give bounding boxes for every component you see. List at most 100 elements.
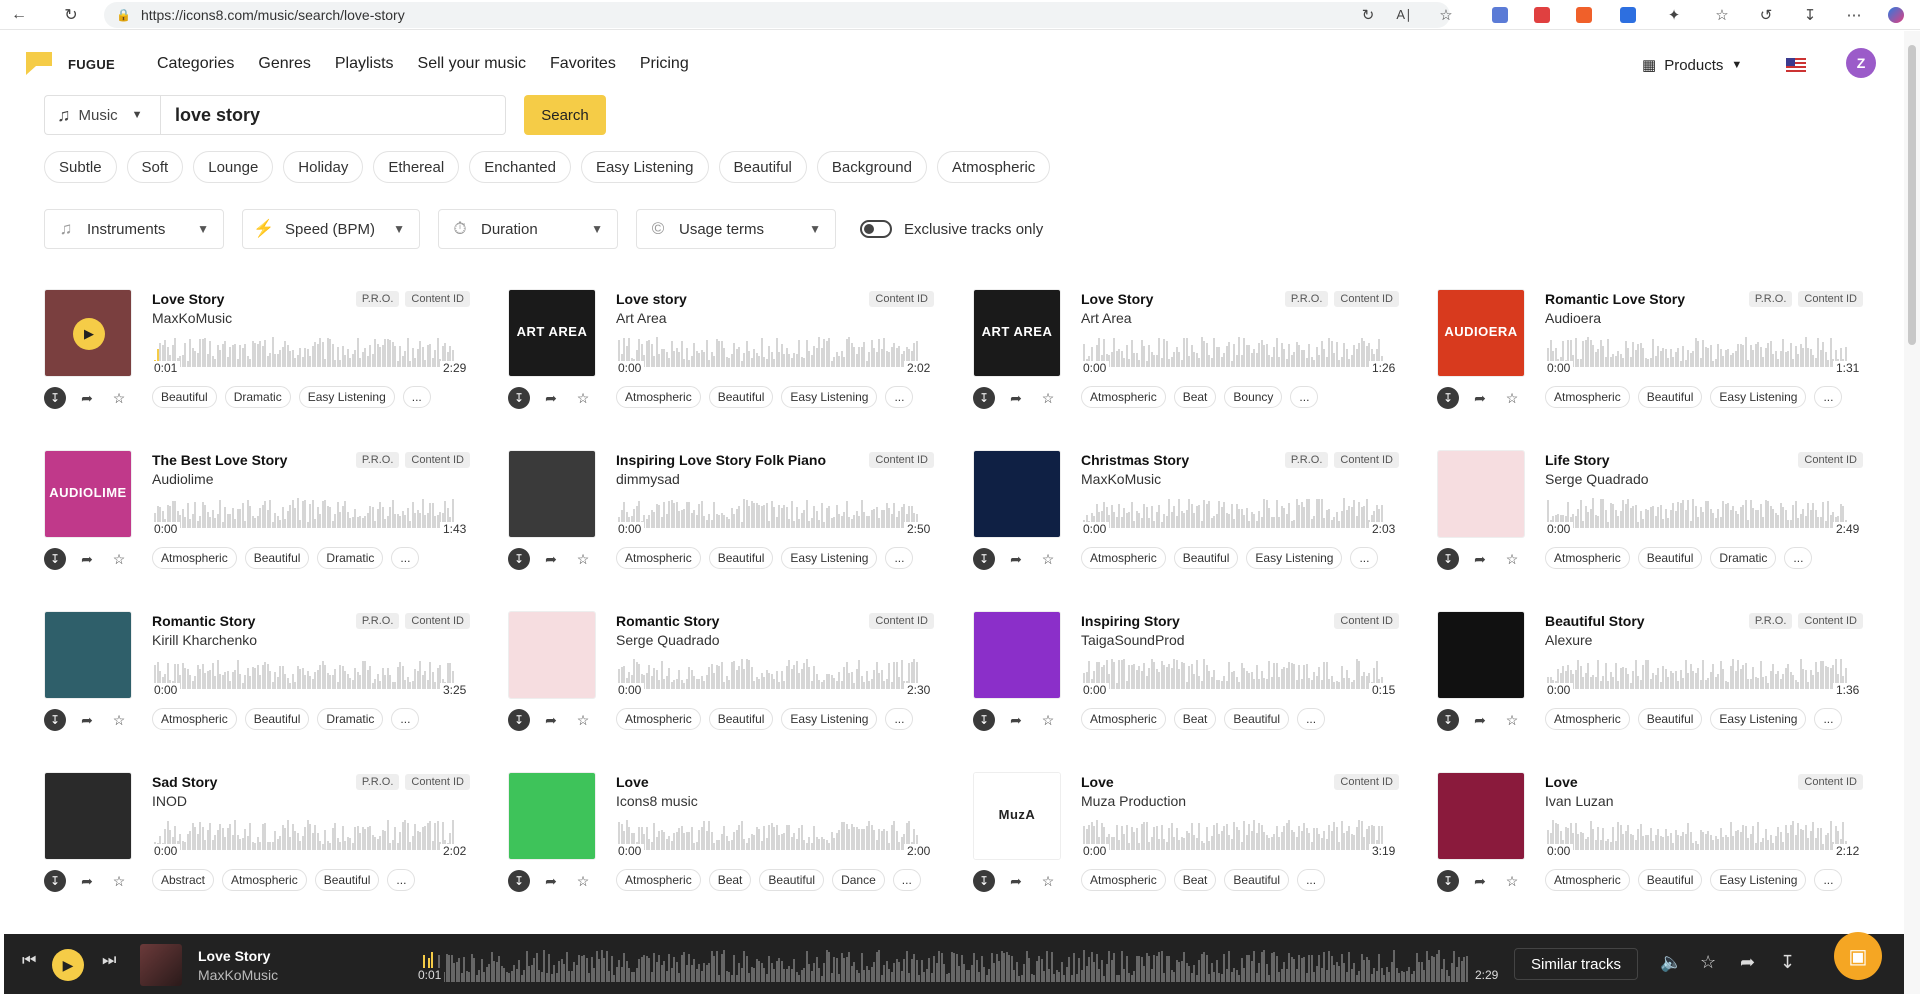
- similar-tracks-button[interactable]: Similar tracks: [1514, 948, 1638, 980]
- favorite-star-icon[interactable]: ☆: [1501, 870, 1523, 892]
- player-play-button[interactable]: ▶: [52, 949, 84, 981]
- track-waveform[interactable]: [1083, 657, 1383, 697]
- track-waveform[interactable]: [1083, 335, 1383, 375]
- download-icon[interactable]: ↧: [508, 387, 530, 409]
- share-icon[interactable]: ➦: [1740, 952, 1755, 973]
- nav-categories[interactable]: Categories: [157, 55, 234, 73]
- track-artist[interactable]: MaxKoMusic: [1081, 471, 1161, 487]
- favorite-star-icon[interactable]: ☆: [1434, 3, 1458, 27]
- track-cover[interactable]: MuzA: [973, 772, 1061, 860]
- track-cover[interactable]: AUDIOERA: [1437, 289, 1525, 377]
- more-tags-button[interactable]: ...: [1350, 547, 1379, 569]
- more-tags-button[interactable]: ...: [892, 869, 921, 891]
- track-title[interactable]: Inspiring Love Story Folk Piano: [616, 452, 826, 468]
- share-icon[interactable]: ➦: [1469, 548, 1491, 570]
- track-title[interactable]: Love: [616, 774, 649, 790]
- track-tag[interactable]: Beautiful: [1224, 708, 1290, 730]
- download-icon[interactable]: ↧: [508, 870, 530, 892]
- chip-background[interactable]: Background: [816, 151, 927, 183]
- track-tag[interactable]: Beat: [1173, 869, 1217, 891]
- share-icon[interactable]: ➦: [1005, 870, 1027, 892]
- track-artist[interactable]: INOD: [152, 793, 187, 809]
- more-tags-button[interactable]: ...: [1297, 708, 1326, 730]
- download-icon[interactable]: ↧: [973, 387, 995, 409]
- track-tag[interactable]: Atmospheric: [152, 547, 237, 569]
- share-icon[interactable]: ➦: [540, 709, 562, 731]
- download-icon[interactable]: ↧: [973, 709, 995, 731]
- track-waveform[interactable]: [154, 657, 454, 697]
- download-icon[interactable]: ↧: [1437, 387, 1459, 409]
- track-tag[interactable]: Atmospheric: [1545, 869, 1630, 891]
- download-icon[interactable]: ↧: [1437, 870, 1459, 892]
- nav-favorites[interactable]: Favorites: [550, 55, 616, 73]
- track-title[interactable]: Love: [1081, 774, 1114, 790]
- share-icon[interactable]: ➦: [76, 387, 98, 409]
- track-cover[interactable]: [44, 611, 132, 699]
- track-artist[interactable]: Serge Quadrado: [1545, 471, 1649, 487]
- more-tags-button[interactable]: ...: [1814, 386, 1843, 408]
- track-artist[interactable]: MaxKoMusic: [152, 310, 232, 326]
- track-tag[interactable]: Beautiful: [1224, 869, 1290, 891]
- track-artist[interactable]: Alexure: [1545, 632, 1592, 648]
- track-tag[interactable]: Beautiful: [708, 547, 774, 569]
- more-tags-button[interactable]: ...: [885, 386, 914, 408]
- track-tag[interactable]: Beat: [708, 869, 752, 891]
- player-waveform[interactable]: [418, 948, 1472, 988]
- nav-pricing[interactable]: Pricing: [640, 55, 689, 73]
- track-cover[interactable]: [508, 772, 596, 860]
- track-artist[interactable]: Art Area: [1081, 310, 1132, 326]
- track-artist[interactable]: Serge Quadrado: [616, 632, 720, 648]
- more-tags-button[interactable]: ...: [885, 547, 914, 569]
- track-waveform[interactable]: [154, 496, 454, 536]
- track-tag[interactable]: Atmospheric: [1081, 708, 1166, 730]
- track-tag[interactable]: Easy Listening: [781, 386, 878, 408]
- share-icon[interactable]: ➦: [1005, 709, 1027, 731]
- track-cover[interactable]: ART AREA: [508, 289, 596, 377]
- next-track-icon[interactable]: ⏭: [102, 952, 116, 970]
- track-cover[interactable]: [1437, 611, 1525, 699]
- extension-icon[interactable]: [1616, 3, 1640, 27]
- search-category-select[interactable]: ♫ Music ▼: [44, 95, 160, 135]
- track-tag[interactable]: Atmospheric: [1081, 869, 1166, 891]
- track-tag[interactable]: Abstract: [152, 869, 215, 891]
- track-tag[interactable]: Easy Listening: [781, 547, 878, 569]
- favorite-star-icon[interactable]: ☆: [108, 870, 130, 892]
- chip-enchanted[interactable]: Enchanted: [469, 151, 571, 183]
- favorite-star-icon[interactable]: ☆: [1501, 548, 1523, 570]
- more-tags-button[interactable]: ...: [391, 708, 420, 730]
- track-artist[interactable]: Kirill Kharchenko: [152, 632, 257, 648]
- track-tag[interactable]: Atmospheric: [1081, 547, 1166, 569]
- track-cover[interactable]: [508, 450, 596, 538]
- track-tag[interactable]: Beautiful: [244, 547, 310, 569]
- track-waveform[interactable]: [618, 818, 918, 858]
- track-title[interactable]: Romantic Story: [152, 613, 255, 629]
- favorite-star-icon[interactable]: ☆: [108, 709, 130, 731]
- track-tag[interactable]: Atmospheric: [1545, 708, 1630, 730]
- player-track-title[interactable]: Love Story: [198, 948, 270, 964]
- search-input[interactable]: love story: [160, 95, 506, 135]
- back-icon[interactable]: ←: [6, 2, 32, 28]
- instruments-filter[interactable]: ♫ Instruments ▼: [44, 209, 224, 249]
- track-tag[interactable]: Beautiful: [1637, 708, 1703, 730]
- track-tag[interactable]: Atmospheric: [616, 547, 701, 569]
- download-icon[interactable]: ↧: [508, 709, 530, 731]
- track-tag[interactable]: Beat: [1173, 386, 1217, 408]
- track-title[interactable]: Romantic Love Story: [1545, 291, 1685, 307]
- favorite-star-icon[interactable]: ☆: [1501, 387, 1523, 409]
- chip-beautiful[interactable]: Beautiful: [718, 151, 807, 183]
- track-cover[interactable]: [1437, 450, 1525, 538]
- track-tag[interactable]: Dramatic: [1710, 547, 1777, 569]
- translate-icon[interactable]: ↻: [1356, 3, 1380, 27]
- chip-atmospheric[interactable]: Atmospheric: [936, 151, 1051, 183]
- more-icon[interactable]: ⋯: [1842, 3, 1866, 27]
- track-waveform[interactable]: [618, 657, 918, 697]
- favorite-star-icon[interactable]: ☆: [1037, 709, 1059, 731]
- exclusive-toggle[interactable]: [860, 220, 892, 238]
- track-artist[interactable]: Audioera: [1545, 310, 1601, 326]
- chip-holiday[interactable]: Holiday: [283, 151, 364, 183]
- track-tag[interactable]: Atmospheric: [222, 869, 307, 891]
- favorite-star-icon[interactable]: ☆: [1037, 548, 1059, 570]
- track-tag[interactable]: Easy Listening: [298, 386, 395, 408]
- track-title[interactable]: Love Story: [1081, 291, 1153, 307]
- chip-easy-listening[interactable]: Easy Listening: [580, 151, 709, 183]
